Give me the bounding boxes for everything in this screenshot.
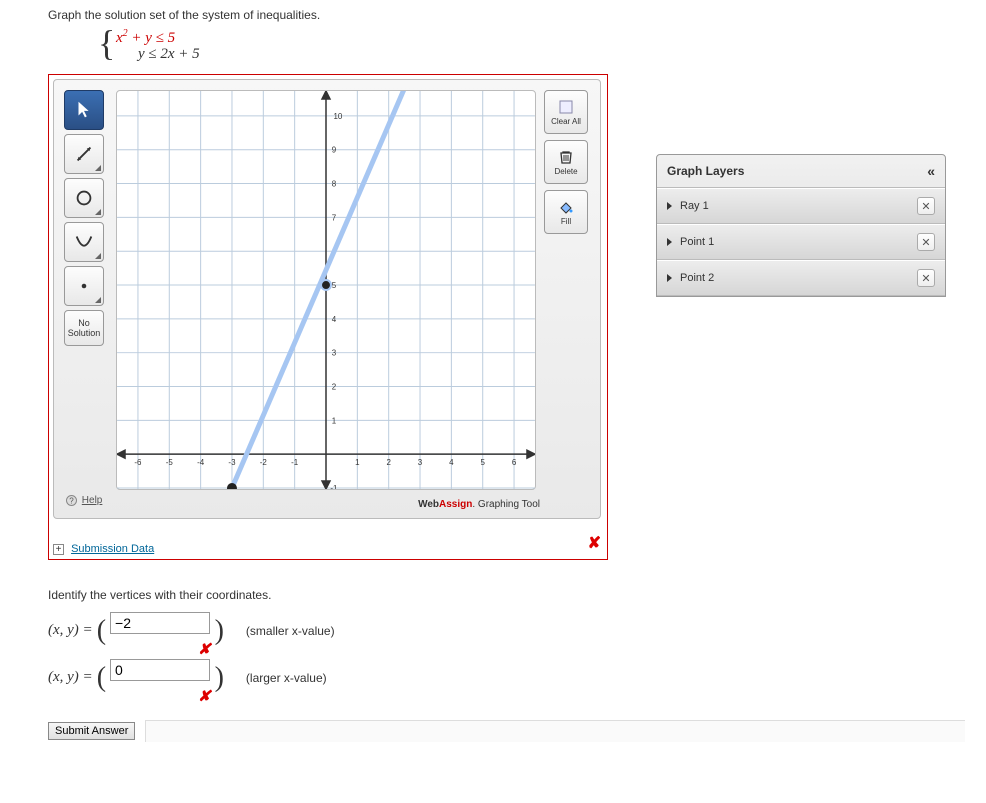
tool-sidebar: No Solution	[64, 90, 110, 350]
point-1[interactable]	[321, 280, 331, 290]
system-of-inequalities: { x2 + y ≤ 5 y ≤ 2x + 5	[98, 28, 986, 68]
incorrect-icon: ✘	[198, 640, 211, 659]
pointer-icon	[73, 99, 95, 121]
open-paren: (	[97, 662, 106, 694]
inequality-2: y ≤ 2x + 5	[138, 46, 200, 63]
svg-text:7: 7	[332, 213, 337, 222]
svg-text:-1: -1	[291, 458, 299, 467]
open-paren: (	[97, 615, 106, 647]
layer-label: Ray 1	[680, 200, 709, 212]
svg-text:10: 10	[334, 112, 343, 121]
svg-text:9: 9	[332, 146, 337, 155]
no-solution-label: No Solution	[68, 318, 101, 338]
delete-button[interactable]: Delete	[544, 140, 588, 184]
parabola-tool[interactable]	[64, 222, 104, 262]
fill-icon	[558, 199, 574, 215]
vertex-row-2: (x, y) = ( ✘ ) (larger x-value)	[48, 659, 986, 696]
svg-text:1: 1	[332, 416, 337, 425]
clear-all-icon	[558, 99, 574, 115]
remove-layer-button[interactable]: ✕	[917, 269, 935, 287]
help-icon: ?	[66, 495, 77, 506]
circle-tool[interactable]	[64, 178, 104, 218]
layers-title: Graph Layers	[667, 164, 744, 178]
vertex-row-1: (x, y) = ( ✘ ) (smaller x-value)	[48, 612, 986, 649]
chevron-right-icon	[667, 274, 672, 282]
fill-button[interactable]: Fill	[544, 190, 588, 234]
inequality-1: x2 + y ≤ 5	[116, 28, 175, 47]
clear-all-button[interactable]: Clear All	[544, 90, 588, 134]
svg-text:-4: -4	[197, 458, 205, 467]
point-icon	[73, 275, 95, 297]
chevron-right-icon	[667, 238, 672, 246]
identify-text: Identify the vertices with their coordin…	[48, 588, 986, 602]
svg-text:8: 8	[332, 180, 337, 189]
graph-layers-panel: Graph Layers « Ray 1 ✕ Point 1 ✕ Point 2…	[656, 154, 946, 297]
submission-data-toggle[interactable]: + Submission Data	[53, 543, 603, 555]
remove-layer-button[interactable]: ✕	[917, 197, 935, 215]
svg-text:-3: -3	[228, 458, 236, 467]
layer-row-point-2[interactable]: Point 2 ✕	[657, 260, 945, 296]
submit-answer-button[interactable]: Submit Answer	[48, 722, 135, 740]
svg-text:2: 2	[332, 383, 337, 392]
layer-label: Point 2	[680, 272, 714, 284]
svg-text:-1: -1	[330, 484, 338, 489]
svg-text:-2: -2	[260, 458, 268, 467]
svg-text:-6: -6	[134, 458, 142, 467]
vertex-note: (larger x-value)	[246, 671, 327, 685]
incorrect-icon: ✘	[198, 687, 211, 706]
fill-label: Fill	[561, 217, 571, 226]
graph-submission-box: No Solution	[48, 74, 608, 560]
svg-text:1: 1	[355, 458, 360, 467]
graph-canvas[interactable]: -6-5-4-3-2-1 123456 -112345678910	[116, 90, 536, 490]
submission-data-label: Submission Data	[71, 543, 154, 555]
help-label: Help	[82, 495, 103, 506]
layer-row-point-1[interactable]: Point 1 ✕	[657, 224, 945, 260]
webassign-brand: WebAssign. Graphing Tool	[418, 499, 540, 510]
submit-bar	[145, 720, 965, 742]
vertex-note: (smaller x-value)	[246, 624, 335, 638]
vertex-prefix: (x, y) =	[48, 669, 93, 686]
collapse-layers-button[interactable]: «	[927, 163, 935, 179]
close-paren: )	[215, 615, 224, 647]
delete-label: Delete	[554, 167, 577, 176]
right-tools: Clear All Delete Fill	[544, 90, 592, 240]
svg-text:5: 5	[480, 458, 485, 467]
chevron-right-icon	[667, 202, 672, 210]
no-solution-tool[interactable]: No Solution	[64, 310, 104, 346]
close-paren: )	[215, 662, 224, 694]
svg-text:2: 2	[386, 458, 391, 467]
parabola-icon	[73, 231, 95, 253]
layer-label: Point 1	[680, 236, 714, 248]
svg-text:6: 6	[512, 458, 517, 467]
graphing-tool: No Solution	[53, 79, 601, 519]
svg-text:3: 3	[418, 458, 423, 467]
incorrect-icon: ✘	[588, 533, 601, 553]
svg-text:3: 3	[332, 349, 337, 358]
svg-text:4: 4	[332, 315, 337, 324]
expand-icon: +	[53, 544, 64, 555]
svg-text:5: 5	[332, 281, 337, 290]
brace-icon: {	[98, 22, 115, 64]
layer-row-ray-1[interactable]: Ray 1 ✕	[657, 188, 945, 224]
svg-text:-5: -5	[166, 458, 174, 467]
vertex-prefix: (x, y) =	[48, 622, 93, 639]
line-tool[interactable]	[64, 134, 104, 174]
vertex-1-input[interactable]	[110, 612, 210, 634]
svg-text:?: ?	[69, 496, 74, 505]
trash-icon	[558, 149, 574, 165]
help-link[interactable]: ? Help	[66, 495, 102, 506]
question-text: Graph the solution set of the system of …	[48, 8, 986, 22]
svg-text:4: 4	[449, 458, 454, 467]
point-tool[interactable]	[64, 266, 104, 306]
remove-layer-button[interactable]: ✕	[917, 233, 935, 251]
select-tool[interactable]	[64, 90, 104, 130]
vertex-2-input[interactable]	[110, 659, 210, 681]
line-icon	[73, 143, 95, 165]
graph-svg: -6-5-4-3-2-1 123456 -112345678910	[117, 91, 535, 489]
circle-icon	[73, 187, 95, 209]
clear-all-label: Clear All	[551, 117, 581, 126]
